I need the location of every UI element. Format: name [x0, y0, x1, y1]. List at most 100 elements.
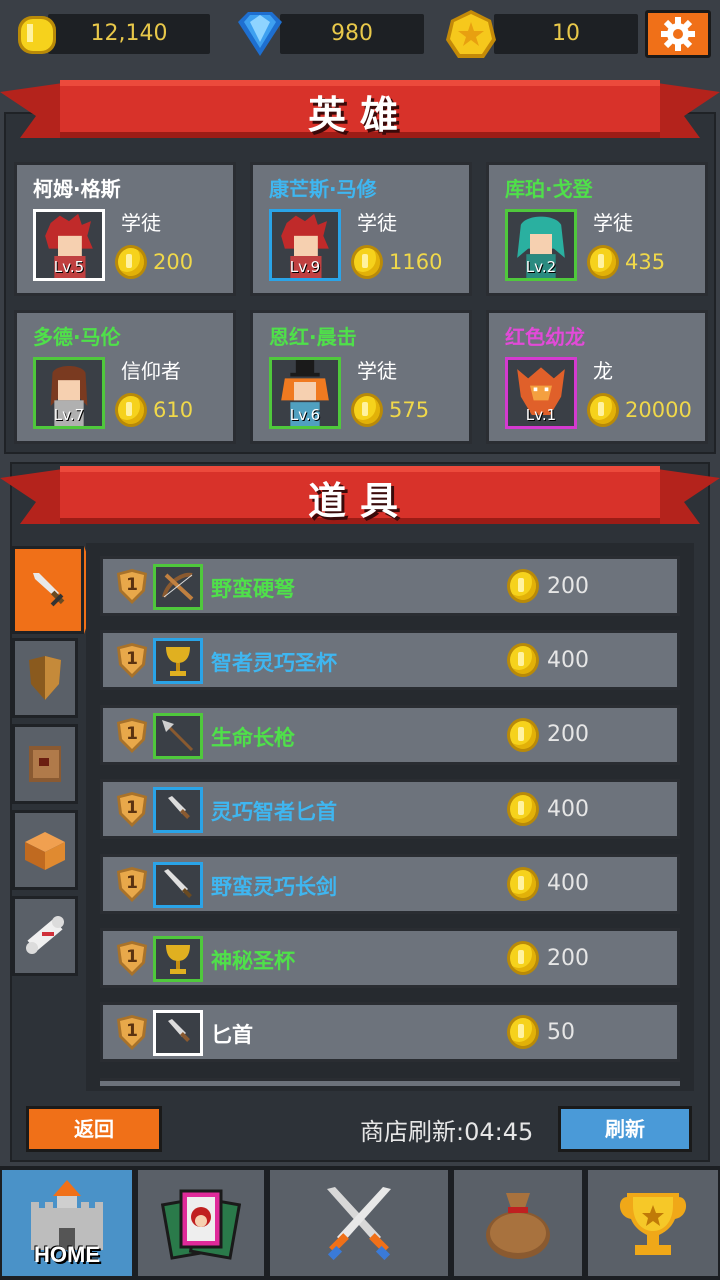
item-level: 1: [126, 872, 138, 893]
hero-name: 康芒斯·马修: [269, 177, 377, 201]
hero-name: 多德·马伦: [33, 325, 121, 349]
shop-refresh-timer: 商店刷新:04:45: [360, 1118, 534, 1146]
tab-books[interactable]: [12, 724, 78, 804]
settings-button[interactable]: [645, 10, 711, 58]
hero-level: Lv.7: [53, 406, 85, 424]
nav-loot[interactable]: [452, 1168, 584, 1278]
item-icon-frame: [153, 712, 203, 759]
hero-card[interactable]: 红色幼龙 Lv.1 龙 20000: [486, 310, 708, 444]
item-row[interactable]: 1 野蛮灵巧长剑 400: [100, 853, 680, 914]
refresh-button[interactable]: 刷新: [558, 1106, 692, 1152]
crossed-swords-icon: [327, 1187, 391, 1261]
item-price-value: 200: [547, 573, 589, 599]
hero-price-value: 610: [153, 398, 194, 422]
item-row[interactable]: 1 野蛮硬弩 200: [100, 556, 680, 616]
item-row[interactable]: 1 灵巧智者匕首 400: [100, 779, 680, 840]
home-label: HOME: [34, 1242, 100, 1267]
item-row[interactable]: 1 神秘圣杯 200: [100, 928, 680, 988]
item-icon-frame: [153, 638, 203, 685]
item-price-value: 50: [547, 1019, 575, 1045]
gold-coin-icon: [507, 643, 539, 678]
item-level-badge: 1: [115, 717, 149, 754]
back-button[interactable]: 返回: [26, 1106, 162, 1152]
tab-scrolls[interactable]: [12, 896, 78, 976]
tab-armor[interactable]: [12, 638, 78, 718]
item-price-value: 400: [547, 796, 589, 822]
item-level: 1: [126, 575, 138, 595]
scroll-icon: [26, 916, 64, 954]
gold-coin-icon: [507, 792, 539, 827]
item-level: 1: [126, 649, 138, 670]
item-level-badge: 1: [115, 941, 149, 977]
chalice-icon: [166, 647, 190, 677]
chest-icon: [25, 832, 65, 870]
hero-card[interactable]: 多德·马伦 Lv.7 信仰者 610: [14, 310, 236, 444]
nav-heroes[interactable]: [136, 1168, 266, 1278]
hero-name: 红色幼龙: [505, 325, 585, 349]
book-icon: [29, 746, 61, 782]
item-name: 智者灵巧圣杯: [211, 651, 337, 676]
hero-name: 库珀·戈登: [505, 177, 593, 201]
hero-card[interactable]: 康芒斯·马修 Lv.9 学徒 1160: [250, 162, 472, 296]
bottom-nav: HOME: [0, 1166, 720, 1280]
trophy-icon: [619, 1193, 687, 1255]
item-icon-frame: [153, 1010, 203, 1057]
item-price: 400: [507, 866, 589, 901]
item-row-partial[interactable]: [100, 1078, 680, 1086]
hero-class: 信仰者: [121, 359, 181, 383]
item-level-badge: 1: [115, 792, 149, 828]
item-level-badge: 1: [115, 866, 149, 903]
hero-portrait: Lv.6: [269, 357, 341, 429]
nav-home[interactable]: HOME: [0, 1168, 134, 1278]
hero-card[interactable]: 库珀·戈登 Lv.2 学徒 435: [486, 162, 708, 296]
longsword-icon: [164, 868, 192, 898]
loot-bag-icon: [486, 1193, 550, 1259]
hero-card[interactable]: 柯姆·格斯 Lv.5 学徒 200: [14, 162, 236, 296]
gold-coin-icon: [507, 717, 539, 752]
item-price: 200: [507, 569, 589, 603]
item-icon-frame: [153, 787, 203, 834]
item-row[interactable]: 1 生命长枪 200: [100, 704, 680, 765]
hero-price-value: 1160: [389, 250, 443, 274]
hero-portrait: Lv.7: [33, 357, 105, 429]
item-row[interactable]: 1 智者灵巧圣杯 400: [100, 630, 680, 691]
item-price-value: 200: [547, 945, 589, 971]
hero-price: 610: [115, 393, 193, 427]
item-row[interactable]: 1 匕首 50: [100, 1002, 680, 1063]
item-name: 野蛮硬弩: [211, 577, 295, 601]
item-icon-frame: [153, 564, 203, 610]
gear-icon: [661, 17, 695, 51]
tab-weapons[interactable]: [12, 546, 84, 634]
gold-coin-icon: [351, 393, 383, 427]
item-price: 400: [507, 792, 589, 827]
gem-value: 980: [280, 14, 424, 54]
hero-class: 学徒: [357, 359, 397, 383]
sword-icon: [33, 573, 65, 607]
hero-level: Lv.9: [289, 258, 321, 276]
hero-class: 龙: [593, 359, 613, 383]
hero-name: 恩红·晨击: [269, 325, 357, 349]
item-level: 1: [126, 947, 138, 967]
items-banner: 道具: [0, 458, 720, 536]
nav-trophy[interactable]: [586, 1168, 720, 1278]
hero-card[interactable]: 恩红·晨击 Lv.6 学徒 575: [250, 310, 472, 444]
nav-battle[interactable]: [268, 1168, 450, 1278]
gold-counter: 12,140: [14, 14, 210, 54]
heroes-banner: 英雄: [0, 72, 720, 150]
tab-chests[interactable]: [12, 810, 78, 890]
item-icon-frame: [153, 861, 203, 908]
shield-icon: [29, 656, 61, 700]
hero-price-value: 200: [153, 250, 194, 274]
gold-coin-icon: [507, 569, 539, 603]
dagger-icon: [168, 1019, 190, 1043]
item-price: 50: [507, 1015, 575, 1050]
spear-icon: [162, 719, 194, 751]
gold-coin-icon: [115, 393, 147, 427]
currency-bar: 12,140 980 10: [0, 0, 720, 68]
item-name: 匕首: [211, 1023, 253, 1048]
hero-price-value: 20000: [625, 398, 692, 422]
heroes-title: 英雄: [307, 93, 412, 137]
hero-price: 435: [587, 245, 665, 279]
hero-portrait: Lv.5: [33, 209, 105, 281]
gold-coin-icon: [507, 941, 539, 975]
